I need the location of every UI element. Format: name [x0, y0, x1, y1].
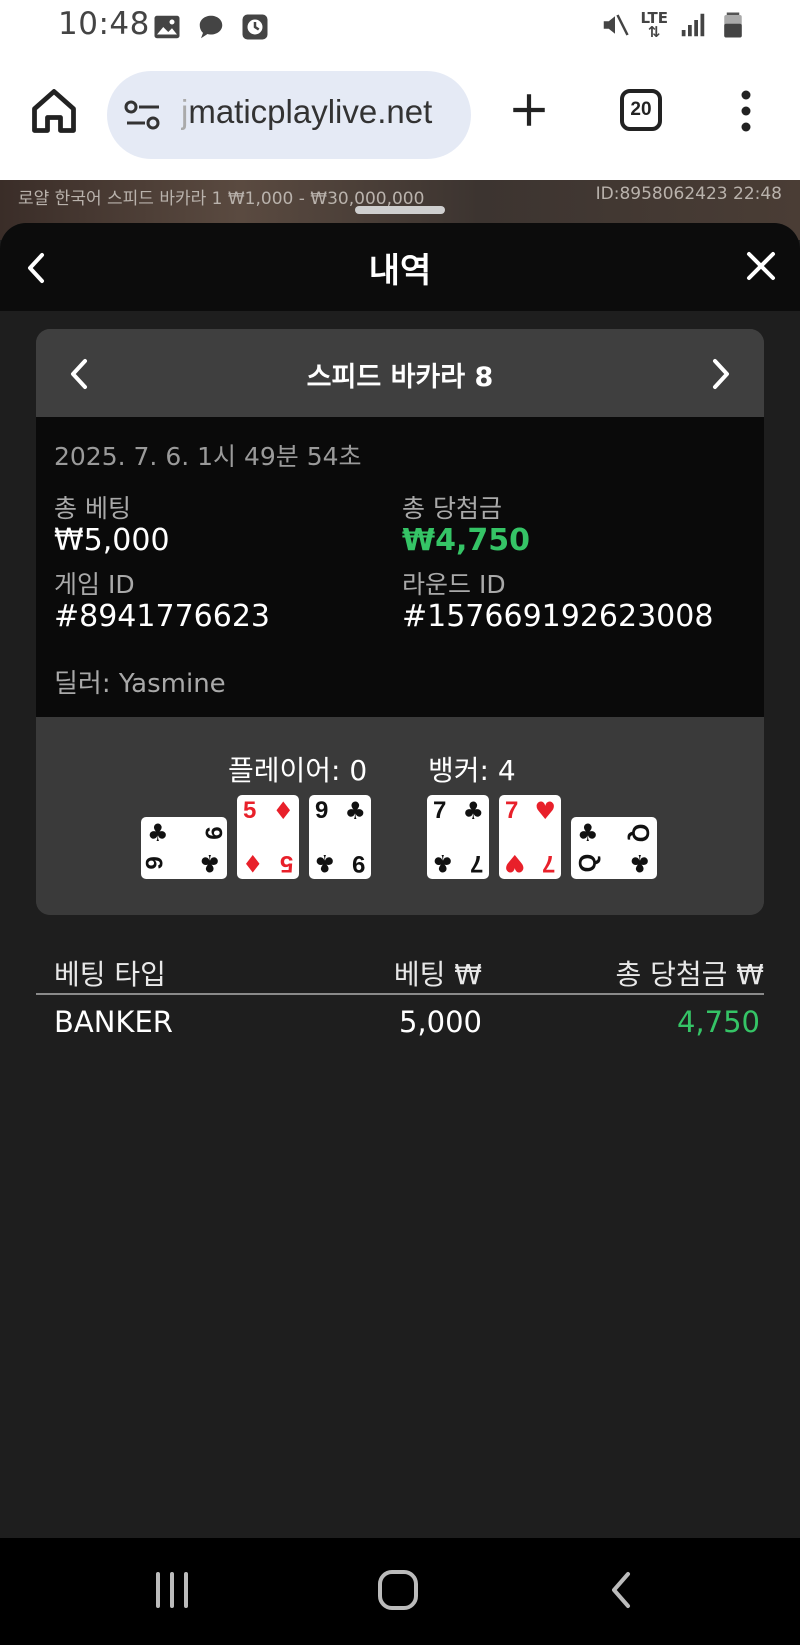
url-text[interactable]: jmaticplaylive.net	[181, 93, 461, 131]
card-suit: ♣	[577, 819, 599, 847]
card-rank: 5	[279, 850, 293, 877]
round-table-title: 스피드 바카라 8	[306, 362, 494, 393]
total-win-value: ₩4,750	[402, 523, 530, 558]
total-win-label: 총 당첨금	[402, 494, 502, 523]
new-tab-icon[interactable]	[508, 89, 550, 131]
next-round-icon[interactable]	[710, 357, 732, 391]
game-id-value: #8941776623	[54, 599, 271, 634]
system-nav-bar	[0, 1538, 800, 1645]
card-suit: ♣	[344, 797, 366, 825]
gallery-icon	[154, 15, 180, 39]
close-icon[interactable]	[746, 251, 776, 281]
history-sheet: 내역 스피드 바카라 8 2025. 7. 6. 1시 49분 54초 총 베팅…	[0, 223, 800, 1538]
back-nav-icon[interactable]	[608, 1570, 634, 1610]
card-rank: 7	[433, 797, 447, 824]
game-id-time: ID:8958062423 22:48	[595, 184, 782, 204]
card-rank: Q	[626, 823, 654, 843]
bet-amount-cell: 5,000	[398, 1005, 482, 1039]
browser-toolbar: jmaticplaylive.net 20	[0, 55, 800, 180]
bets-table-header: 베팅 타입 베팅 ₩ 총 당첨금 ₩	[36, 949, 764, 995]
round-id-value: #157669192623008	[402, 599, 714, 634]
card-rank: 5	[243, 797, 257, 824]
lte-icon: LTE ⇅	[640, 9, 668, 41]
status-time: 10:48	[58, 6, 150, 42]
dealer-name: 딜러: Yasmine	[54, 669, 226, 699]
banker-card: 7 ♥ ♥ 7	[499, 795, 561, 879]
card-suit: ♥	[504, 849, 526, 877]
round-detail-card: 스피드 바카라 8 2025. 7. 6. 1시 49분 54초 총 베팅 ₩5…	[36, 329, 764, 915]
site-settings-icon[interactable]	[123, 97, 163, 133]
sheet-title: 내역	[368, 251, 432, 291]
banker-card: ♣ Q Q ♣	[571, 817, 657, 879]
bet-type-cell: BANKER	[54, 1005, 173, 1039]
sheet-drag-handle[interactable]	[355, 206, 445, 214]
round-datetime: 2025. 7. 6. 1시 49분 54초	[54, 442, 362, 471]
card-suit: ♣	[147, 819, 169, 847]
mute-icon	[604, 14, 630, 36]
chat-bubble-icon	[199, 15, 223, 39]
player-card: 9 ♣ ♣ 9	[309, 795, 371, 879]
table-row: BANKER 5,000 4,750	[36, 999, 764, 1049]
card-suit: ♣	[432, 849, 454, 877]
card-rank: 9	[141, 856, 169, 870]
round-id-label: 라운드 ID	[402, 570, 506, 599]
game-id-label: 게임 ID	[54, 570, 135, 599]
player-card: ♣ 9 9 ♣	[141, 817, 227, 879]
card-suit: ♣	[314, 849, 336, 877]
hands-panel: 플레이어: 0 뱅커: 4 ♣ 9 9 ♣ 5 ♦ ♦ 5 9 ♣ ♣ 9 7 ♣ ♣ 7 7 ♥ ♥ 7 ♣ Q Q ♣	[36, 717, 764, 915]
card-rank: 7	[541, 850, 555, 877]
home-nav-icon[interactable]	[376, 1568, 420, 1612]
win-amount-cell: 4,750	[676, 1005, 760, 1039]
more-menu-icon[interactable]	[738, 89, 754, 133]
card-rank: 9	[315, 797, 329, 824]
banker-score: 뱅커: 4	[428, 754, 516, 787]
round-summary: 2025. 7. 6. 1시 49분 54초 총 베팅 ₩5,000 총 당첨금…	[36, 417, 764, 717]
card-rank: Q	[574, 853, 602, 873]
card-suit: ♣	[629, 849, 651, 877]
card-rank: 7	[469, 850, 483, 877]
card-suit: ♣	[462, 797, 484, 825]
clock-icon	[242, 14, 268, 40]
battery-icon	[724, 12, 742, 38]
card-rank: 7	[505, 797, 519, 824]
recent-apps-icon[interactable]	[152, 1570, 192, 1610]
player-score: 플레이어: 0	[228, 754, 368, 787]
col-bet-type: 베팅 타입	[54, 958, 166, 991]
round-nav-header: 스피드 바카라 8	[36, 329, 764, 417]
card-suit: ♥	[534, 797, 556, 825]
player-card: 5 ♦ ♦ 5	[237, 795, 299, 879]
tab-switcher-button[interactable]: 20	[620, 89, 662, 131]
address-bar[interactable]: jmaticplaylive.net	[107, 71, 471, 159]
card-suit: ♦	[272, 797, 294, 825]
card-rank: 9	[351, 850, 365, 877]
card-suit: ♣	[199, 849, 221, 877]
home-icon[interactable]	[28, 85, 80, 137]
total-bet-value: ₩5,000	[54, 523, 170, 558]
card-rank: 9	[199, 826, 227, 840]
card-suit: ♦	[242, 849, 264, 877]
col-total-win: 총 당첨금 ₩	[615, 958, 764, 991]
banker-card: 7 ♣ ♣ 7	[427, 795, 489, 879]
status-bar: 10:48 LTE ⇅	[0, 0, 800, 55]
total-bet-label: 총 베팅	[54, 494, 131, 523]
signal-icon	[681, 13, 705, 37]
sheet-header: 내역	[0, 223, 800, 311]
col-bet-amount: 베팅 ₩	[393, 958, 482, 991]
